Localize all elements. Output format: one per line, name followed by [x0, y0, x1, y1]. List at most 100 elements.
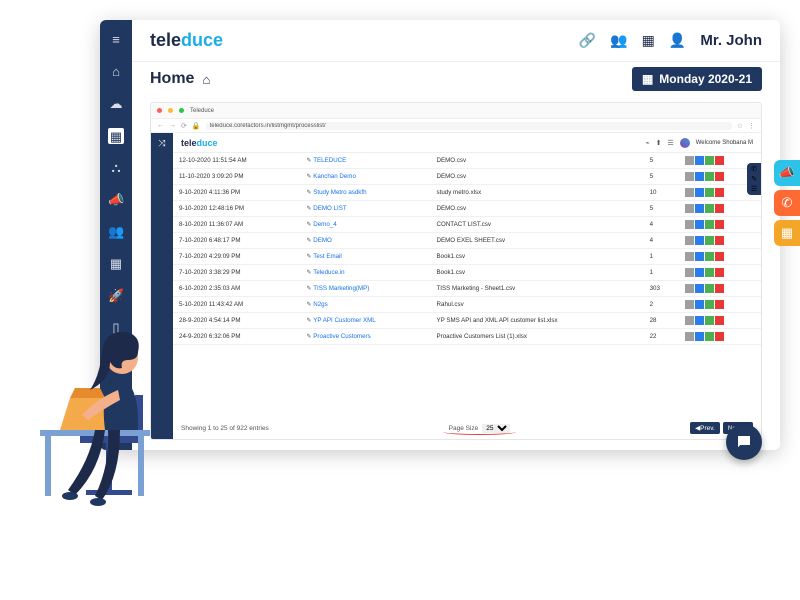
apps-grid-icon[interactable]: ▦	[642, 32, 655, 49]
action-green[interactable]	[705, 268, 714, 277]
table-row[interactable]: 8-10-2020 11:36:07 AMDemo_4CONTACT LIST.…	[173, 217, 761, 233]
back-icon[interactable]: ←	[157, 122, 164, 129]
float-megaphone-icon[interactable]: 📣	[774, 160, 800, 186]
people-icon[interactable]: 👥	[108, 224, 124, 240]
table-row[interactable]: 9-10-2020 4:11:36 PMStudy Metro asdkfhst…	[173, 185, 761, 201]
action-green[interactable]	[705, 332, 714, 341]
menu-dots-icon[interactable]: ⋮	[748, 122, 755, 130]
action-grey[interactable]	[685, 172, 694, 181]
action-blue[interactable]	[695, 156, 704, 165]
action-blue[interactable]	[695, 252, 704, 261]
cloud-icon[interactable]: ☁	[108, 96, 124, 112]
action-blue[interactable]	[695, 172, 704, 181]
action-green[interactable]	[705, 204, 714, 213]
row-name[interactable]: Kanchan Demo	[301, 169, 431, 185]
row-name[interactable]: Proactive Customers	[301, 329, 431, 345]
action-blue[interactable]	[695, 236, 704, 245]
row-name[interactable]: Study Metro asdkfh	[301, 185, 431, 201]
reload-icon[interactable]: ⟳	[181, 122, 187, 130]
action-red[interactable]	[715, 236, 724, 245]
calendar-icon[interactable]: ▦	[108, 128, 124, 144]
table-row[interactable]: 9-10-2020 12:48:16 PMDEMO LISTDEMO.csv5	[173, 201, 761, 217]
upload-icon[interactable]: ⬆	[656, 139, 662, 147]
action-green[interactable]	[705, 300, 714, 309]
hierarchy-icon[interactable]: ⛬	[108, 160, 124, 176]
megaphone-icon[interactable]: 📣	[108, 192, 124, 208]
row-name[interactable]: Test Email	[301, 249, 431, 265]
user-icon[interactable]: 👤	[669, 32, 686, 49]
grid-icon[interactable]: ▦	[108, 256, 124, 272]
chat-fab[interactable]	[726, 424, 762, 460]
table-row[interactable]: 11-10-2020 3:09:20 PMKanchan DemoDEMO.cs…	[173, 169, 761, 185]
row-name[interactable]: Demo_4	[301, 217, 431, 233]
row-name[interactable]: TELEDUCE	[301, 153, 431, 169]
table-row[interactable]: 24-9-2020 6:32:06 PMProactive CustomersP…	[173, 329, 761, 345]
table-row[interactable]: 7-10-2020 6:48:17 PMDEMODEMO EXEL SHEET.…	[173, 233, 761, 249]
url-input[interactable]	[206, 122, 732, 130]
link-icon[interactable]: 🔗	[579, 32, 596, 49]
table-row[interactable]: 28-9-2020 4:54:14 PMYP API Customer XMLY…	[173, 313, 761, 329]
table-row[interactable]: 5-10-2020 11:43:42 AMN2gsRahul.csv2	[173, 297, 761, 313]
action-green[interactable]	[705, 284, 714, 293]
action-red[interactable]	[715, 284, 724, 293]
action-green[interactable]	[705, 236, 714, 245]
table-row[interactable]: 12-10-2020 11:51:54 AMTELEDUCEDEMO.csv5	[173, 153, 761, 169]
action-grey[interactable]	[685, 236, 694, 245]
action-red[interactable]	[715, 252, 724, 261]
home-icon[interactable]: ⌂	[108, 64, 124, 80]
action-blue[interactable]	[695, 220, 704, 229]
star-icon[interactable]: ☆	[737, 122, 743, 130]
row-name[interactable]: TISS Marketing(MP)	[301, 281, 431, 297]
action-red[interactable]	[715, 204, 724, 213]
date-badge[interactable]: ▦ Monday 2020-21	[632, 67, 762, 91]
row-name[interactable]: N2gs	[301, 297, 431, 313]
table-row[interactable]: 7-10-2020 3:38:29 PMTeleduce.inBook1.csv…	[173, 265, 761, 281]
action-blue[interactable]	[695, 316, 704, 325]
tag-icon[interactable]: ⌁	[645, 139, 649, 147]
action-red[interactable]	[715, 220, 724, 229]
action-red[interactable]	[715, 316, 724, 325]
action-grey[interactable]	[685, 252, 694, 261]
action-blue[interactable]	[695, 204, 704, 213]
prev-button[interactable]: ◀Prev.	[690, 422, 720, 434]
window-min-dot[interactable]	[168, 108, 173, 113]
action-grey[interactable]	[685, 284, 694, 293]
action-green[interactable]	[705, 220, 714, 229]
users-icon[interactable]: 👥	[610, 32, 627, 49]
window-close-dot[interactable]	[157, 108, 162, 113]
browser-tab[interactable]: Teleduce	[190, 108, 214, 114]
action-blue[interactable]	[695, 332, 704, 341]
action-grey[interactable]	[685, 188, 694, 197]
action-grey[interactable]	[685, 156, 694, 165]
action-green[interactable]	[705, 252, 714, 261]
action-red[interactable]	[715, 156, 724, 165]
action-blue[interactable]	[695, 268, 704, 277]
menu-icon[interactable]: ≡	[108, 32, 124, 48]
user-name-label[interactable]: Mr. John	[700, 32, 762, 49]
row-name[interactable]: YP API Customer XML	[301, 313, 431, 329]
action-grey[interactable]	[685, 204, 694, 213]
action-green[interactable]	[705, 156, 714, 165]
action-red[interactable]	[715, 172, 724, 181]
row-name[interactable]: DEMO	[301, 233, 431, 249]
action-red[interactable]	[715, 188, 724, 197]
row-name[interactable]: DEMO LIST	[301, 201, 431, 217]
action-red[interactable]	[715, 300, 724, 309]
action-blue[interactable]	[695, 284, 704, 293]
avatar[interactable]	[680, 138, 690, 148]
action-grey[interactable]	[685, 220, 694, 229]
page-size-control[interactable]: Page Size 25	[449, 424, 511, 433]
float-phone-icon[interactable]: ✆	[774, 190, 800, 216]
table-row[interactable]: 7-10-2020 4:29:09 PMTest EmailBook1.csv1	[173, 249, 761, 265]
shuffle-icon[interactable]: ⤨	[151, 133, 173, 153]
action-green[interactable]	[705, 188, 714, 197]
forward-icon[interactable]: →	[169, 122, 176, 129]
action-grey[interactable]	[685, 268, 694, 277]
window-max-dot[interactable]	[179, 108, 184, 113]
action-green[interactable]	[705, 172, 714, 181]
table-row[interactable]: 6-10-2020 2:35:03 AMTISS Marketing(MP)TI…	[173, 281, 761, 297]
action-blue[interactable]	[695, 300, 704, 309]
float-grid-icon[interactable]: ▦	[774, 220, 800, 246]
action-blue[interactable]	[695, 188, 704, 197]
inner-right-widget[interactable]: ✆✎☰	[747, 163, 761, 195]
